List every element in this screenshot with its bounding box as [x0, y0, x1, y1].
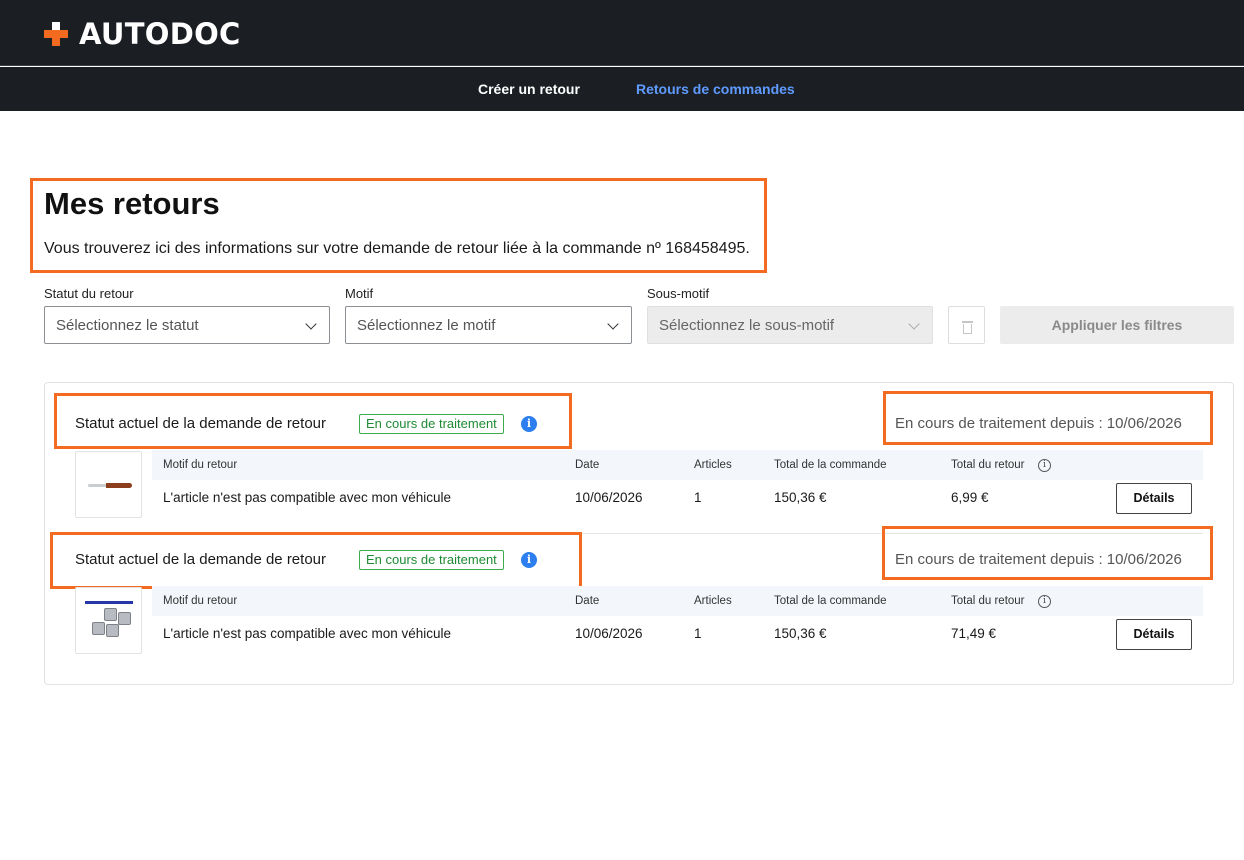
- col-return-total: Total du retour: [951, 595, 1025, 607]
- return-reason: L'article n'est pas compatible avec mon …: [163, 490, 452, 505]
- col-order-total: Total de la commande: [774, 595, 887, 607]
- status-badge: En cours de traitement: [359, 550, 504, 570]
- return-reason: L'article n'est pas compatible avec mon …: [163, 626, 452, 641]
- order-total: 150,36 €: [774, 490, 827, 505]
- knife-icon: [88, 483, 132, 488]
- status-badge: En cours de traitement: [359, 414, 504, 434]
- info-icon[interactable]: i: [521, 416, 537, 432]
- processing-since: En cours de traitement depuis : 10/06/20…: [895, 551, 1182, 568]
- col-date: Date: [575, 595, 600, 607]
- trash-icon: [962, 321, 973, 323]
- chevron-down-icon: [908, 318, 920, 330]
- status-select-value: Sélectionnez le statut: [56, 317, 199, 334]
- reason-filter-label: Motif: [345, 286, 374, 301]
- reason-select-value: Sélectionnez le motif: [357, 317, 496, 334]
- product-image[interactable]: [75, 451, 142, 518]
- info-circle-icon[interactable]: i: [1038, 595, 1051, 608]
- status-select[interactable]: Sélectionnez le statut: [44, 306, 330, 344]
- row-divider: [75, 533, 1203, 534]
- apply-filters-button[interactable]: Appliquer les filtres: [1000, 306, 1234, 344]
- chevron-down-icon: [305, 318, 317, 330]
- chevron-down-icon: [607, 318, 619, 330]
- return-date: 10/06/2026: [575, 626, 643, 641]
- nav-bar: Créer un retour Retours de commandes: [0, 67, 1244, 111]
- clips-icon: [82, 598, 136, 638]
- page-subtitle: Vous trouverez ici des informations sur …: [44, 240, 750, 257]
- col-articles: Articles: [694, 459, 732, 471]
- nav-create-return[interactable]: Créer un retour: [478, 81, 580, 97]
- clear-filters-button[interactable]: [948, 306, 985, 344]
- top-header: AUTODOC: [0, 0, 1244, 66]
- page-title: Mes retours: [44, 186, 220, 221]
- product-image[interactable]: [75, 587, 142, 654]
- col-articles: Articles: [694, 595, 732, 607]
- status-filter-label: Statut du retour: [44, 286, 134, 301]
- info-icon[interactable]: i: [521, 552, 537, 568]
- autodoc-logo[interactable]: AUTODOC: [44, 17, 241, 51]
- info-circle-icon[interactable]: i: [1038, 459, 1051, 472]
- nav-order-returns[interactable]: Retours de commandes: [636, 81, 795, 97]
- processing-since: En cours de traitement depuis : 10/06/20…: [895, 415, 1182, 432]
- col-reason: Motif du retour: [163, 459, 238, 471]
- col-reason: Motif du retour: [163, 595, 238, 607]
- plus-logo-icon: [44, 22, 68, 46]
- details-button[interactable]: Détails: [1116, 483, 1192, 514]
- subreason-filter-label: Sous-motif: [647, 286, 710, 301]
- status-label: Statut actuel de la demande de retour: [75, 551, 327, 568]
- reason-select[interactable]: Sélectionnez le motif: [345, 306, 632, 344]
- col-order-total: Total de la commande: [774, 459, 887, 471]
- subreason-select-value: Sélectionnez le sous-motif: [659, 317, 835, 334]
- logo-text: AUTODOC: [79, 17, 241, 51]
- details-button[interactable]: Détails: [1116, 619, 1192, 650]
- return-articles: 1: [694, 490, 702, 505]
- col-return-total: Total du retour: [951, 459, 1025, 471]
- order-total: 150,36 €: [774, 626, 827, 641]
- return-total: 71,49 €: [951, 626, 997, 641]
- return-total: 6,99 €: [951, 490, 989, 505]
- status-label: Statut actuel de la demande de retour: [75, 415, 327, 432]
- return-articles: 1: [694, 626, 702, 641]
- subreason-select[interactable]: Sélectionnez le sous-motif: [647, 306, 933, 344]
- return-date: 10/06/2026: [575, 490, 643, 505]
- col-date: Date: [575, 459, 600, 471]
